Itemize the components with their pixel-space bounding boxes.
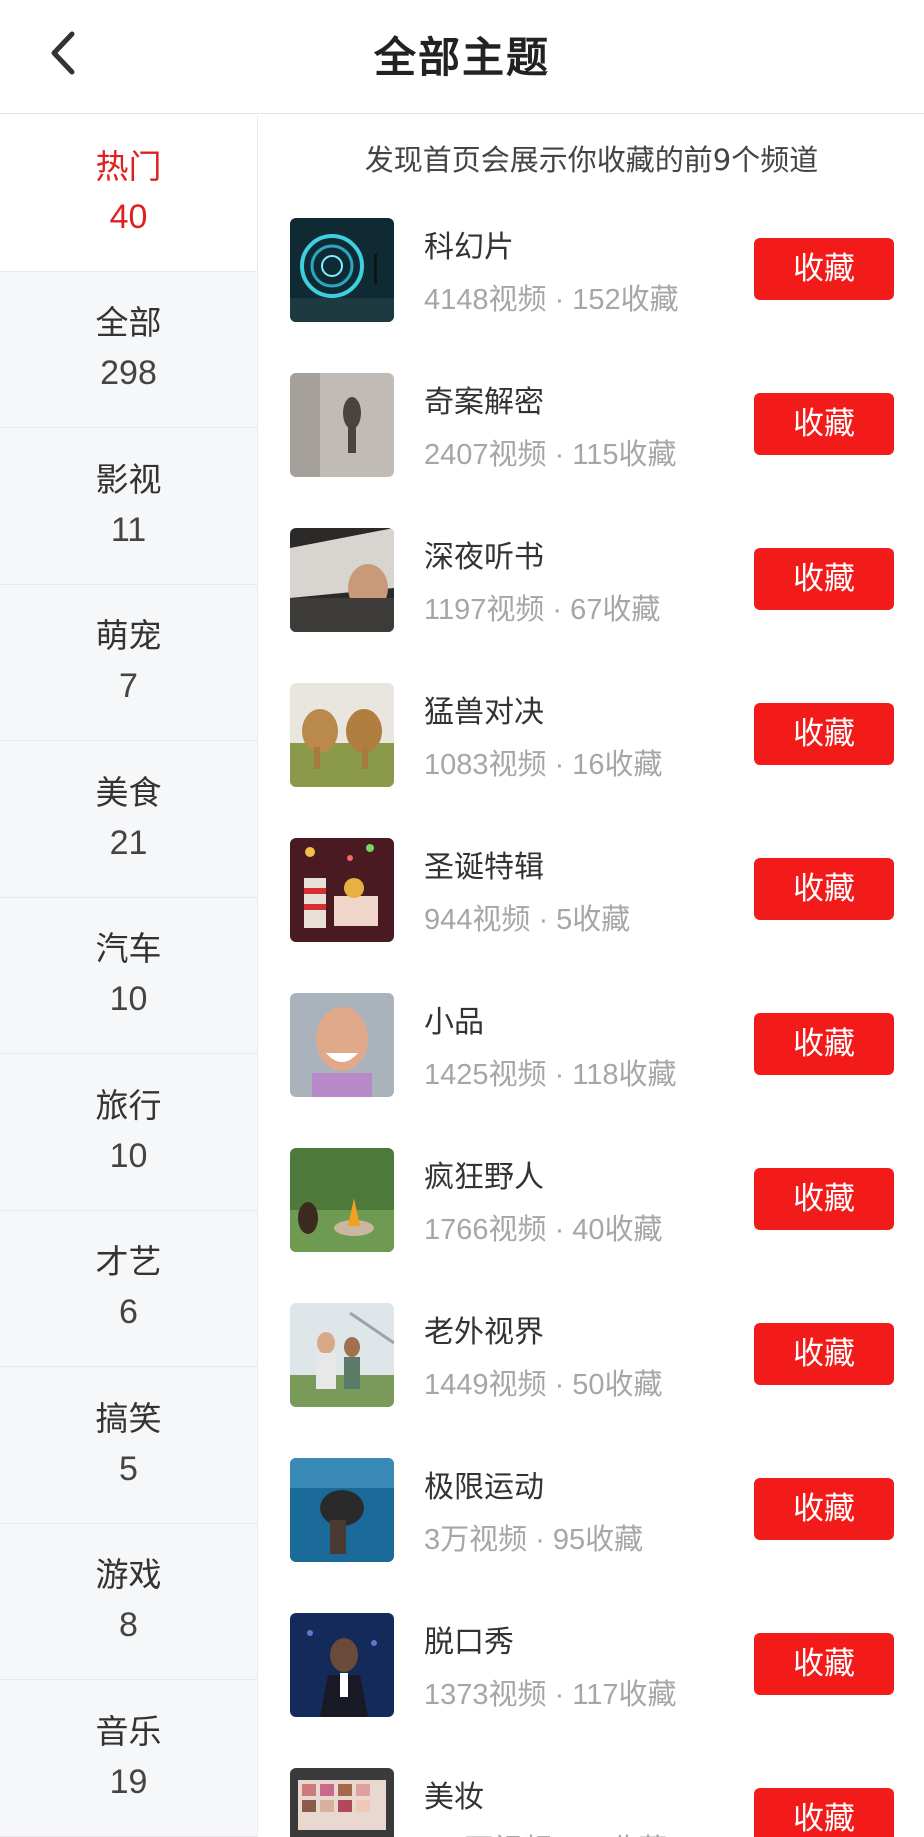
favorite-button[interactable]: 收藏 (754, 858, 894, 920)
sidebar-item-label: 全部 (95, 303, 162, 343)
sidebar-item-count: 10 (109, 980, 148, 1019)
sidebar-item-count: 10 (109, 1136, 148, 1175)
sidebar-item-hot[interactable]: 热门 40 (0, 115, 257, 272)
channel-row[interactable]: 圣诞特辑 944视频 · 5收藏 收藏 (290, 838, 905, 942)
channel-row[interactable]: 极限运动 3万视频 · 95收藏 收藏 (290, 1458, 905, 1562)
sidebar-item-count: 11 (110, 510, 147, 549)
sidebar-item-label: 萌宠 (95, 616, 162, 656)
sidebar-item-label: 美食 (95, 772, 162, 812)
sidebar-item-count: 8 (119, 1606, 138, 1645)
channel-thumbnail (290, 683, 394, 787)
channel-name: 科幻片 (424, 230, 514, 265)
channel-list: 发现首页会展示你收藏的前9个频道 科幻片 4148视频 · 152收藏 收藏 奇… (259, 115, 924, 1837)
favorite-button[interactable]: 收藏 (754, 1013, 894, 1075)
channel-row[interactable]: 深夜听书 1197视频 · 67收藏 收藏 (290, 528, 905, 632)
sidebar-item-count: 7 (119, 667, 138, 706)
channel-thumbnail (290, 1458, 394, 1562)
channel-row[interactable]: 科幻片 4148视频 · 152收藏 收藏 (290, 218, 905, 322)
channel-name: 猛兽对决 (424, 695, 544, 730)
channel-row[interactable]: 脱口秀 1373视频 · 117收藏 收藏 (290, 1613, 905, 1717)
channel-thumbnail (290, 1768, 394, 1837)
channel-name: 老外视界 (424, 1315, 544, 1350)
channel-name: 圣诞特辑 (424, 850, 544, 885)
channel-row[interactable]: 小品 1425视频 · 118收藏 收藏 (290, 993, 905, 1097)
sidebar-item-count: 21 (109, 823, 148, 862)
favorite-button[interactable]: 收藏 (754, 1633, 894, 1695)
favorite-button[interactable]: 收藏 (754, 238, 894, 300)
sidebar-item-all[interactable]: 全部 298 (0, 272, 257, 428)
channel-name: 脱口秀 (424, 1625, 514, 1660)
channel-stats: 3万视频 · 95收藏 (424, 1524, 644, 1556)
favorite-button[interactable]: 收藏 (754, 1478, 894, 1540)
channel-stats: 944视频 · 5收藏 (424, 904, 631, 936)
sidebar-item-talent[interactable]: 才艺 6 (0, 1211, 257, 1367)
channel-name: 深夜听书 (424, 540, 544, 575)
channel-stats: 1197视频 · 67收藏 (424, 594, 661, 626)
favorite-button[interactable]: 收藏 (754, 1788, 894, 1837)
sidebar-item-count: 19 (109, 1762, 148, 1801)
sidebar-item-label: 旅行 (95, 1085, 162, 1125)
channel-name: 疯狂野人 (424, 1160, 544, 1195)
channel-stats: 1425视频 · 118收藏 (424, 1059, 677, 1091)
header-bar: 全部主题 (0, 0, 924, 114)
sidebar-item-label: 热门 (95, 146, 162, 186)
channel-row[interactable]: 老外视界 1449视频 · 50收藏 收藏 (290, 1303, 905, 1407)
sidebar-item-label: 影视 (95, 459, 162, 499)
category-sidebar: 热门 40 全部 298 影视 11 萌宠 7 美食 21 汽车 10 旅行 1… (0, 115, 258, 1837)
sidebar-item-pets[interactable]: 萌宠 7 (0, 585, 257, 741)
favorite-button[interactable]: 收藏 (754, 548, 894, 610)
channel-row[interactable]: 奇案解密 2407视频 · 115收藏 收藏 (290, 373, 905, 477)
sidebar-item-comedy[interactable]: 搞笑 5 (0, 1367, 257, 1524)
sidebar-item-games[interactable]: 游戏 8 (0, 1524, 257, 1680)
channel-thumbnail (290, 1613, 394, 1717)
favorite-button[interactable]: 收藏 (754, 393, 894, 455)
channel-name: 奇案解密 (424, 385, 544, 420)
channel-name: 极限运动 (424, 1470, 544, 1505)
sidebar-item-cars[interactable]: 汽车 10 (0, 898, 257, 1054)
channel-thumbnail (290, 373, 394, 477)
channel-name: 美妆 (424, 1780, 484, 1815)
channel-row[interactable]: 美妆 2.7万视频 · 79收藏 收藏 (290, 1768, 905, 1837)
channel-stats: 1449视频 · 50收藏 (424, 1369, 663, 1401)
channel-row[interactable]: 猛兽对决 1083视频 · 16收藏 收藏 (290, 683, 905, 787)
sidebar-item-label: 才艺 (95, 1242, 162, 1282)
favorite-button[interactable]: 收藏 (754, 1168, 894, 1230)
sidebar-item-count: 40 (109, 197, 148, 236)
sidebar-item-film[interactable]: 影视 11 (0, 428, 257, 585)
sidebar-item-label: 游戏 (95, 1555, 162, 1595)
sidebar-item-travel[interactable]: 旅行 10 (0, 1054, 257, 1211)
channel-stats: 2407视频 · 115收藏 (424, 439, 677, 471)
sidebar-item-food[interactable]: 美食 21 (0, 741, 257, 898)
sidebar-item-label: 音乐 (95, 1711, 162, 1751)
channel-thumbnail (290, 528, 394, 632)
channel-thumbnail (290, 993, 394, 1097)
sidebar-item-count: 5 (119, 1449, 138, 1488)
channel-thumbnail (290, 1303, 394, 1407)
channel-stats: 4148视频 · 152收藏 (424, 284, 679, 316)
channel-thumbnail (290, 1148, 394, 1252)
sidebar-item-label: 搞笑 (95, 1398, 162, 1438)
channel-name: 小品 (424, 1005, 484, 1040)
sidebar-item-count: 298 (100, 354, 157, 393)
channel-stats: 2.7万视频 · 79收藏 (424, 1826, 667, 1837)
channel-stats: 1083视频 · 16收藏 (424, 749, 663, 781)
sidebar-item-label: 汽车 (95, 929, 162, 969)
favorites-notice: 发现首页会展示你收藏的前9个频道 (364, 143, 819, 177)
channel-thumbnail (290, 218, 394, 322)
channel-thumbnail (290, 838, 394, 942)
sidebar-item-count: 6 (119, 1293, 138, 1332)
channel-stats: 1766视频 · 40收藏 (424, 1214, 663, 1246)
page-title: 全部主题 (373, 33, 550, 82)
favorite-button[interactable]: 收藏 (754, 703, 894, 765)
sidebar-item-music[interactable]: 音乐 19 (0, 1680, 257, 1837)
channel-row[interactable]: 疯狂野人 1766视频 · 40收藏 收藏 (290, 1148, 905, 1252)
channel-stats: 1373视频 · 117收藏 (424, 1679, 677, 1711)
favorite-button[interactable]: 收藏 (754, 1323, 894, 1385)
